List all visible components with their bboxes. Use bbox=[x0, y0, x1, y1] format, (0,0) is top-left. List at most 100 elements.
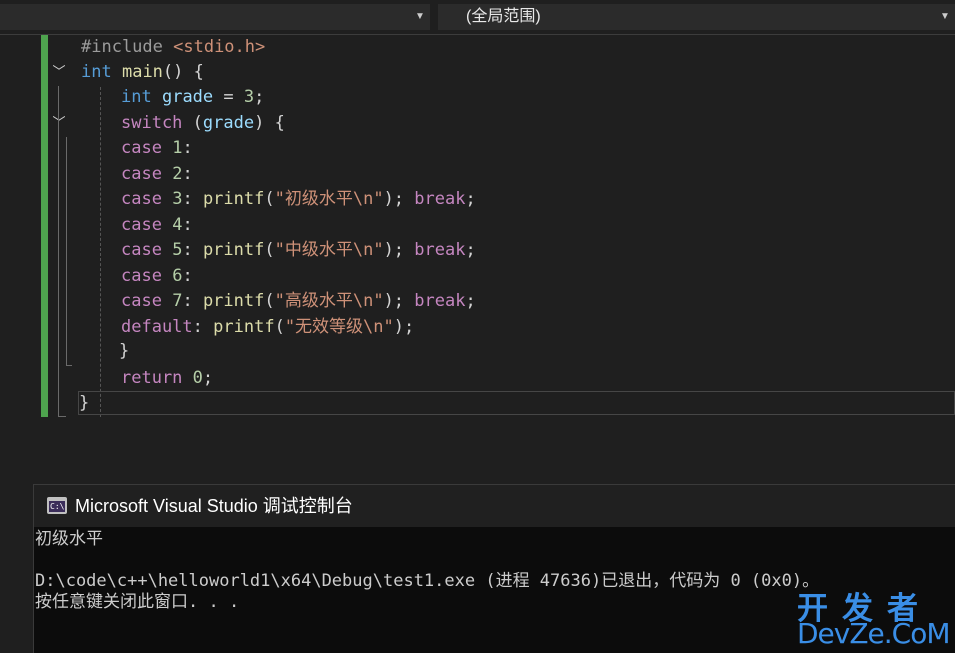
code-line: case 4: bbox=[121, 213, 193, 238]
keyword: case bbox=[121, 291, 162, 311]
include-file: <stdio.h> bbox=[173, 37, 266, 57]
variable: grade bbox=[202, 113, 255, 133]
punctuation: () { bbox=[162, 62, 204, 82]
punctuation: : bbox=[182, 240, 203, 260]
console-line: D:\code\c++\helloworld1\x64\Debug\test1.… bbox=[35, 571, 820, 591]
code-editor[interactable]: ﹀ ﹀ #include <stdio.h> int main() { int … bbox=[0, 35, 955, 435]
number-literal: 3 bbox=[243, 87, 255, 107]
project-dropdown[interactable]: ▼ bbox=[0, 4, 430, 30]
current-line-highlight bbox=[78, 391, 955, 415]
variable: grade bbox=[161, 87, 214, 107]
punctuation: ( bbox=[264, 291, 275, 311]
operator: = bbox=[213, 87, 244, 107]
scope-dropdown[interactable]: (全局范围) ▼ bbox=[438, 4, 955, 30]
code-line: default: printf("无效等级\n"); bbox=[121, 315, 414, 340]
code-line: case 7: printf("高级水平\n"); break; bbox=[121, 289, 476, 314]
punctuation: ) { bbox=[254, 113, 285, 133]
code-line: int main() { bbox=[81, 60, 204, 85]
string-literal: "无效等级\n" bbox=[284, 317, 394, 337]
number-literal: 3 bbox=[172, 189, 183, 209]
string-literal: "高级水平\n" bbox=[274, 291, 384, 311]
punctuation: : bbox=[192, 317, 214, 337]
scope-dropdown-value: (全局范围) bbox=[466, 8, 541, 25]
punctuation: ); bbox=[393, 317, 415, 337]
punctuation: ); bbox=[383, 189, 415, 209]
code-line: } bbox=[79, 391, 89, 416]
keyword: case bbox=[121, 240, 162, 260]
function-name: printf bbox=[202, 240, 265, 260]
chevron-down-icon[interactable]: ▼ bbox=[937, 4, 953, 30]
function-name: printf bbox=[213, 317, 275, 337]
console-app-icon-label: C:\ bbox=[49, 501, 65, 512]
function-name: main bbox=[121, 62, 163, 82]
code-line: return 0; bbox=[121, 366, 213, 391]
code-line: case 1: bbox=[121, 136, 193, 161]
preprocessor-directive: #include bbox=[81, 37, 174, 57]
indent-guide bbox=[100, 87, 101, 417]
keyword: break bbox=[414, 189, 466, 209]
punctuation: : bbox=[182, 215, 193, 235]
watermark: 开发者 DevZe.CoM bbox=[795, 583, 955, 652]
keyword: break bbox=[414, 291, 466, 311]
keyword: break bbox=[414, 240, 466, 260]
punctuation: ; bbox=[465, 240, 476, 260]
punctuation: : bbox=[182, 189, 203, 209]
keyword: case bbox=[121, 215, 162, 235]
code-line: #include <stdio.h> bbox=[81, 35, 265, 60]
number-literal: 1 bbox=[172, 138, 183, 158]
punctuation: ( bbox=[264, 240, 275, 260]
keyword: int bbox=[121, 87, 152, 107]
string-literal: "中级水平\n" bbox=[274, 240, 384, 260]
number-literal: 7 bbox=[172, 291, 183, 311]
console-line: 按任意键关闭此窗口. . . bbox=[35, 592, 240, 612]
fold-chevron-icon[interactable]: ﹀ bbox=[52, 117, 66, 131]
code-line: case 3: printf("初级水平\n"); break; bbox=[121, 187, 476, 212]
punctuation: ( bbox=[264, 189, 275, 209]
code-line: case 5: printf("中级水平\n"); break; bbox=[121, 238, 476, 263]
punctuation: : bbox=[182, 138, 193, 158]
punctuation: : bbox=[182, 164, 193, 184]
punctuation: ; bbox=[254, 87, 265, 107]
code-line: case 2: bbox=[121, 162, 193, 187]
punctuation: ; bbox=[465, 291, 476, 311]
navigation-bar: ▼ (全局范围) ▼ bbox=[0, 0, 955, 35]
console-title: Microsoft Visual Studio 调试控制台 bbox=[75, 496, 353, 516]
punctuation: : bbox=[182, 291, 203, 311]
string-literal: "初级水平\n" bbox=[274, 189, 384, 209]
number-literal: 2 bbox=[172, 164, 183, 184]
code-line: int grade = 3; bbox=[121, 85, 264, 110]
chevron-down-icon[interactable]: ▼ bbox=[412, 4, 428, 30]
keyword: case bbox=[121, 189, 162, 209]
console-titlebar[interactable]: C:\ Microsoft Visual Studio 调试控制台 bbox=[34, 485, 955, 527]
code-line: switch (grade) { bbox=[121, 111, 285, 136]
code-line: } bbox=[119, 339, 129, 364]
keyword: default bbox=[121, 317, 193, 337]
fold-region-end bbox=[58, 416, 66, 417]
keyword: int bbox=[81, 62, 112, 82]
function-name: printf bbox=[202, 189, 265, 209]
code-line: case 6: bbox=[121, 264, 193, 289]
punctuation: ); bbox=[383, 291, 415, 311]
closing-brace: } bbox=[79, 393, 90, 413]
keyword: case bbox=[121, 164, 162, 184]
fold-chevron-icon[interactable]: ﹀ bbox=[52, 66, 66, 80]
number-literal: 5 bbox=[172, 240, 183, 260]
console-line: 初级水平 bbox=[35, 529, 103, 549]
fold-region-line bbox=[58, 86, 59, 416]
fold-region-end bbox=[66, 365, 72, 366]
function-name: printf bbox=[202, 291, 265, 311]
punctuation: ( bbox=[274, 317, 285, 337]
keyword: case bbox=[121, 266, 162, 286]
change-indicator-bar bbox=[41, 35, 48, 417]
keyword: return bbox=[121, 368, 183, 388]
punctuation: : bbox=[182, 266, 193, 286]
number-literal: 6 bbox=[172, 266, 183, 286]
console-app-icon: C:\ bbox=[47, 497, 67, 514]
punctuation: ); bbox=[383, 240, 415, 260]
punctuation: ( bbox=[182, 113, 203, 133]
punctuation: ; bbox=[202, 368, 214, 388]
closing-brace: } bbox=[119, 341, 130, 361]
punctuation: ; bbox=[465, 189, 476, 209]
fold-region-line bbox=[66, 137, 67, 365]
number-literal: 0 bbox=[192, 368, 203, 388]
